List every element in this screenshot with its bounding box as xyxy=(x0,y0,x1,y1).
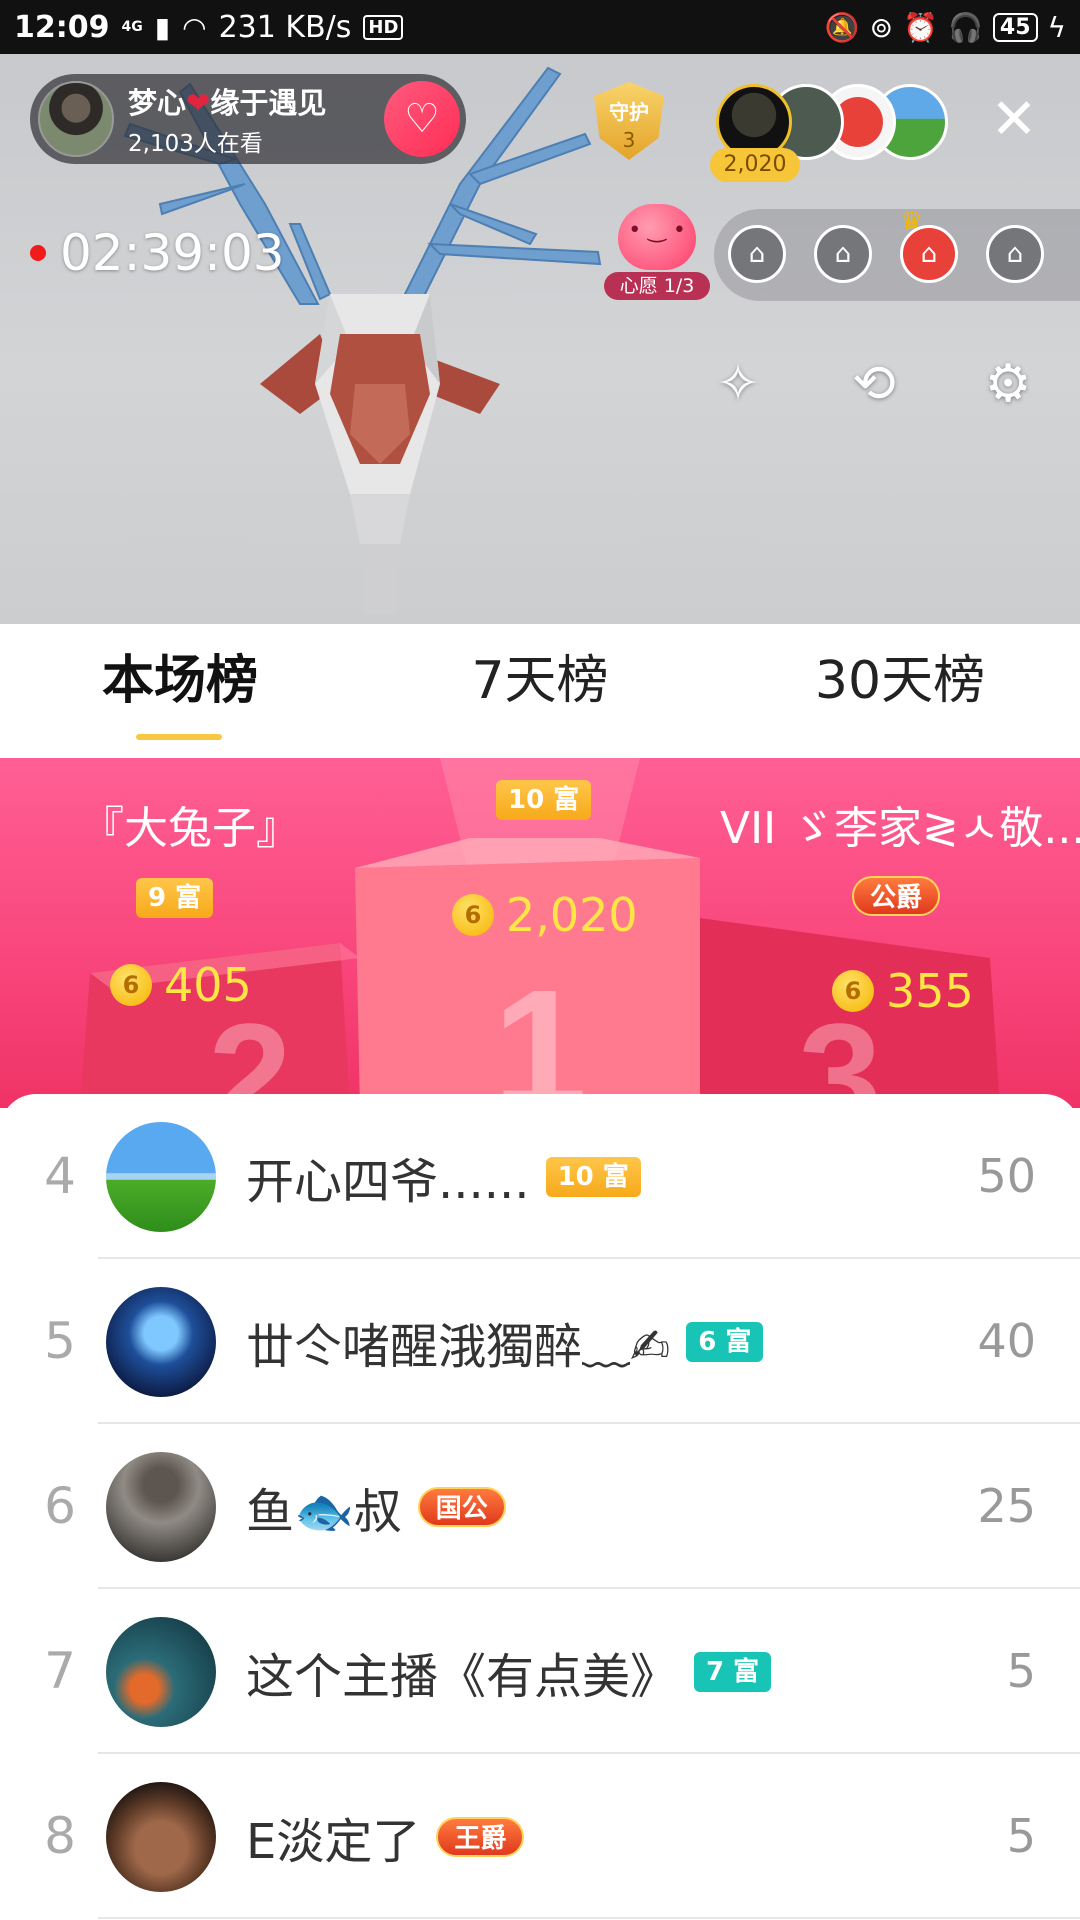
rank-number: 8 xyxy=(44,1807,76,1865)
first-place-badge: 10 富 xyxy=(496,780,592,820)
wish-progress: 心愿 1/3 xyxy=(604,272,710,300)
close-icon: ✕ xyxy=(990,87,1038,152)
user-name: E淡定了 xyxy=(246,1813,421,1870)
user-name: 鱼🐟叔 xyxy=(246,1483,402,1540)
rank-number: 7 xyxy=(44,1642,76,1700)
headphones-icon: 🎧 xyxy=(948,10,983,44)
wealth-badge: 6 富 xyxy=(686,1321,764,1362)
camera-flip-icon[interactable]: ⟲ xyxy=(834,344,914,424)
empty-seat-icon[interactable]: ⌂ xyxy=(814,225,872,283)
wealth-badge: 7 富 xyxy=(694,1651,772,1692)
list-item[interactable]: 7 这个主播《有点美》 7 富 5 xyxy=(0,1589,1080,1754)
tab-this-session[interactable]: 本场榜 xyxy=(80,646,280,716)
tab-30-days[interactable]: 30天榜 xyxy=(790,646,1010,716)
list-item[interactable]: 4 开心四爷...... 10 富 50 xyxy=(0,1094,1080,1259)
tab-7-days[interactable]: 7天榜 xyxy=(440,646,640,716)
second-place-badge: 9 富 xyxy=(136,878,214,918)
rank-number: 4 xyxy=(44,1147,76,1205)
wish-button[interactable]: 心愿 1/3 xyxy=(604,204,710,304)
avatar[interactable] xyxy=(106,1122,216,1232)
coin-icon: 6 xyxy=(832,970,874,1012)
wealth-badge: 10 富 xyxy=(545,1156,641,1197)
ranking-list: 4 开心四爷...... 10 富 50 5 丗仒啫醒涐獨醉﹏✍ 6 富 40 … xyxy=(0,1094,1080,1920)
network-speed: 231 KB/s xyxy=(218,9,352,45)
guard-label: 守护 xyxy=(609,100,649,124)
contribution-score: 50 xyxy=(977,1149,1036,1203)
wifi-icon: ◠ xyxy=(182,10,207,44)
status-bar: 12:09 4G ▮ ◠ 231 KB/s HD 🔕 ⊚ ⏰ 🎧 45 ϟ xyxy=(0,0,1080,54)
top3-podium: 1 2 3 10 富 6 2,020 『大兔子』 9 富 6 405 VII ゞ… xyxy=(0,758,1080,1108)
follow-button[interactable]: ♡ xyxy=(384,81,460,157)
contribution-score: 40 xyxy=(977,1314,1036,1368)
empty-seat-icon[interactable]: ⌂ xyxy=(728,225,786,283)
user-name: 开心四爷...... xyxy=(246,1153,530,1210)
recording-dot-icon xyxy=(30,245,46,261)
lock-rotation-icon: ⊚ xyxy=(869,10,894,44)
ranking-tabs: 本场榜 7天榜 30天榜 xyxy=(0,624,1080,758)
guard-badge[interactable]: 守护 3 xyxy=(584,82,674,168)
top-viewers[interactable]: 2,020 xyxy=(710,84,948,184)
svg-text:1: 1 xyxy=(493,955,588,1108)
user-name: 丗仒啫醒涐獨醉﹏✍ xyxy=(246,1318,671,1375)
anchor-avatar[interactable] xyxy=(38,81,114,157)
second-place-score: 6 405 xyxy=(110,958,252,1012)
avatar[interactable] xyxy=(106,1452,216,1562)
hd-icon: HD xyxy=(363,14,404,40)
divider xyxy=(98,1917,1080,1919)
noble-badge: 国公 xyxy=(417,1486,506,1527)
contribution-score: 5 xyxy=(1006,1644,1036,1698)
coin-icon: 6 xyxy=(452,894,494,936)
charging-icon: ϟ xyxy=(1047,10,1066,44)
rank-number: 5 xyxy=(44,1312,76,1370)
guard-count: 3 xyxy=(622,128,636,152)
gear-icon[interactable]: ⚙ xyxy=(968,344,1048,424)
heart-plus-icon: ♡ xyxy=(404,96,440,142)
noble-badge: 王爵 xyxy=(436,1816,525,1857)
second-place-name[interactable]: 『大兔子』 xyxy=(80,792,300,856)
close-button[interactable]: ✕ xyxy=(984,92,1044,152)
viewer-count: 2,103人在看 xyxy=(128,131,263,157)
third-place-score: 6 355 xyxy=(832,964,974,1018)
magic-wand-icon[interactable]: ✧ xyxy=(698,344,778,424)
live-video[interactable]: 梦心❤缘于遇见 2,103人在看 ♡ 守护 3 2,020 ✕ 02:39:03… xyxy=(0,54,1080,624)
occupied-seat-icon[interactable]: ⌂ xyxy=(900,225,958,283)
contribution-score: 5 xyxy=(1006,1809,1036,1863)
mic-seat-bar: ⌂ ⌂ ♛ ⌂ ⌂ xyxy=(714,207,1080,301)
rank-number: 6 xyxy=(44,1477,76,1535)
third-place-badge: 公爵 xyxy=(852,876,941,916)
network-type: 4G xyxy=(121,19,143,35)
contribution-score: 25 xyxy=(977,1479,1036,1533)
empty-seat-icon[interactable]: ⌂ xyxy=(986,225,1044,283)
user-name: 这个主播《有点美》 xyxy=(246,1648,679,1705)
clock: 12:09 xyxy=(14,9,110,45)
heart-icon: ❤ xyxy=(186,86,211,120)
battery-icon: 45 xyxy=(992,12,1038,42)
live-timer: 02:39:03 xyxy=(30,224,285,282)
list-item[interactable]: 5 丗仒啫醒涐獨醉﹏✍ 6 富 40 xyxy=(0,1259,1080,1424)
active-tab-indicator xyxy=(136,734,222,740)
coin-icon: 6 xyxy=(110,964,152,1006)
anchor-info-pill[interactable]: 梦心❤缘于遇见 2,103人在看 ♡ xyxy=(30,74,466,164)
avatar[interactable] xyxy=(106,1287,216,1397)
signal-icon: ▮ xyxy=(154,10,171,44)
first-place-score: 6 2,020 xyxy=(452,888,638,942)
third-place-name[interactable]: VII ゞ李家≷ㅅ敬... xyxy=(720,792,1080,856)
mute-bell-icon: 🔕 xyxy=(824,10,860,44)
anchor-name: 梦心❤缘于遇见 xyxy=(128,86,327,120)
avatar[interactable] xyxy=(106,1782,216,1892)
alarm-icon: ⏰ xyxy=(903,10,939,44)
avatar[interactable] xyxy=(106,1617,216,1727)
smiling-heart-icon xyxy=(618,204,696,270)
list-item[interactable]: 6 鱼🐟叔 国公 25 xyxy=(0,1424,1080,1589)
top-gift-count: 2,020 xyxy=(710,148,800,182)
list-item[interactable]: 8 E淡定了 王爵 5 xyxy=(0,1754,1080,1919)
